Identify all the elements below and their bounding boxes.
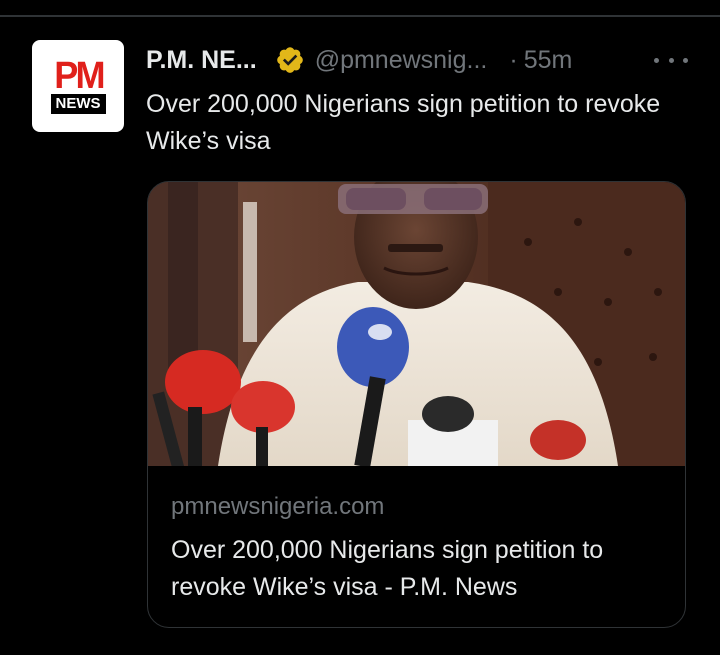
press-conference-photo <box>148 182 685 466</box>
author-handle[interactable]: @pmnewsnig... <box>315 46 488 75</box>
more-dot <box>668 57 674 63</box>
tweet-header: P.M. NE... @pmnewsnig... · 55m <box>146 44 706 76</box>
verified-badge-icon[interactable] <box>275 45 305 75</box>
tweet-text: Over 200,000 Nigerians sign petition to … <box>146 90 661 155</box>
avatar-logo-news: NEWS <box>50 93 106 114</box>
card-domain[interactable]: pmnewsnigeria.com <box>171 493 384 521</box>
tweet-timestamp[interactable]: 55m <box>524 46 573 75</box>
more-dot <box>654 57 659 63</box>
header-separator: · <box>509 45 518 74</box>
avatar-logo-pm: PM <box>53 54 105 97</box>
author-name[interactable]: P.M. NE... <box>146 46 257 75</box>
card-title[interactable]: Over 200,000 Nigerians sign petition to … <box>171 532 671 606</box>
more-dot <box>683 57 688 63</box>
more-options-icon[interactable] <box>654 48 688 72</box>
link-card[interactable]: pmnewsnigeria.com Over 200,000 Nigerians… <box>147 181 686 628</box>
avatar[interactable]: PM NEWS <box>32 40 124 132</box>
top-divider <box>0 15 720 17</box>
